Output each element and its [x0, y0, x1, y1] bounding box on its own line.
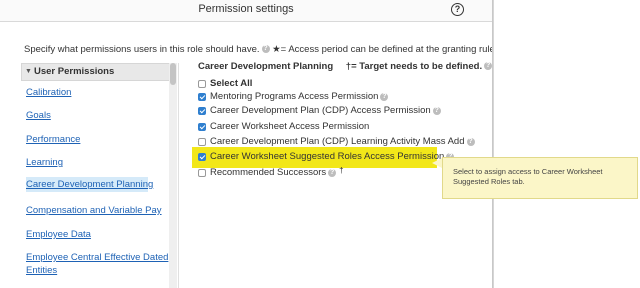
scrollbar-thumb[interactable] — [170, 63, 176, 85]
permission-dialog: Permission settings ? Specify what permi… — [0, 0, 493, 288]
sidebar-item-employee-data[interactable]: Employee Data — [26, 229, 91, 240]
collapse-triangle-icon: ▼ — [25, 68, 32, 75]
target-note: †= Target needs to be defined. — [345, 61, 483, 72]
question-icon[interactable]: ? — [261, 45, 270, 54]
select-all-row[interactable]: Select All — [198, 78, 252, 89]
permission-row[interactable]: Career Worksheet Suggested Roles Access … — [198, 151, 455, 162]
select-all-checkbox[interactable] — [198, 79, 206, 88]
question-icon[interactable]: ? — [380, 92, 389, 101]
pane-divider — [178, 63, 179, 288]
section-title: Career Development Planning — [198, 61, 334, 72]
intro-instructions: Specify what permissions users in this r… — [24, 44, 260, 55]
sidebar-item-calibration[interactable]: Calibration — [26, 87, 71, 98]
question-icon[interactable]: ? — [432, 106, 441, 115]
permission-row[interactable]: Mentoring Programs Access Permission? — [198, 91, 389, 102]
help-icon[interactable]: ? — [451, 3, 464, 16]
sidebar-item-performance[interactable]: Performance — [26, 134, 80, 145]
sidebar-item-career-development-planning[interactable]: Career Development Planning — [26, 177, 153, 192]
intro-text: Specify what permissions users in this r… — [24, 44, 492, 55]
permission-label: Career Development Plan (CDP) Access Per… — [210, 105, 431, 116]
sidebar-scrollbar[interactable] — [169, 63, 177, 288]
permission-label: Recommended Successors — [210, 167, 327, 178]
question-icon[interactable]: ? — [484, 62, 492, 71]
permission-row[interactable]: Recommended Successors? † — [198, 166, 344, 178]
dialog-title: Permission settings — [198, 3, 294, 15]
sidebar-item-learning[interactable]: Learning — [26, 157, 63, 168]
permission-checkbox[interactable] — [198, 168, 206, 177]
right-pane — [493, 0, 640, 288]
sidebar-item-entities[interactable]: Entities — [26, 265, 57, 276]
sidebar-header[interactable]: ▼ User Permissions — [21, 63, 171, 81]
sidebar-item-goals[interactable]: Goals — [26, 110, 51, 121]
permission-label: Career Development Plan (CDP) Learning A… — [210, 136, 465, 147]
sidebar-header-label: User Permissions — [34, 66, 115, 77]
dialog-title-bar: Permission settings ? — [0, 0, 492, 22]
permission-row[interactable]: Career Development Plan (CDP) Access Per… — [198, 105, 441, 116]
permission-checkbox[interactable] — [198, 122, 206, 131]
section-header: Career Development Planning †= Target ne… — [198, 61, 492, 72]
permission-label: Career Worksheet Suggested Roles Access … — [210, 151, 445, 162]
question-icon[interactable]: ? — [466, 137, 475, 146]
sidebar-item-compensation[interactable]: Compensation and Variable Pay — [26, 205, 162, 216]
permission-row[interactable]: Career Development Plan (CDP) Learning A… — [198, 136, 475, 147]
permission-label: Mentoring Programs Access Permission — [210, 91, 379, 102]
sidebar-item-employee-central[interactable]: Employee Central Effective Dated — [26, 252, 168, 263]
permission-row[interactable]: Career Worksheet Access Permission — [198, 121, 369, 132]
target-dagger: † — [339, 166, 344, 175]
star-note: ★= Access period can be defined at the g… — [272, 44, 492, 55]
select-all-label: Select All — [210, 78, 253, 89]
permission-checkbox[interactable] — [198, 137, 206, 146]
question-icon[interactable]: ? — [328, 168, 337, 177]
tooltip-arrow — [432, 158, 442, 168]
permission-label: Career Worksheet Access Permission — [210, 121, 370, 132]
permission-checkbox[interactable] — [198, 92, 206, 101]
permission-checkbox[interactable] — [198, 106, 206, 115]
permission-checkbox[interactable] — [198, 152, 206, 161]
tooltip: Select to assign access to Career Worksh… — [442, 157, 638, 199]
sidebar: ▼ User Permissions Calibration Goals Per… — [21, 63, 171, 288]
